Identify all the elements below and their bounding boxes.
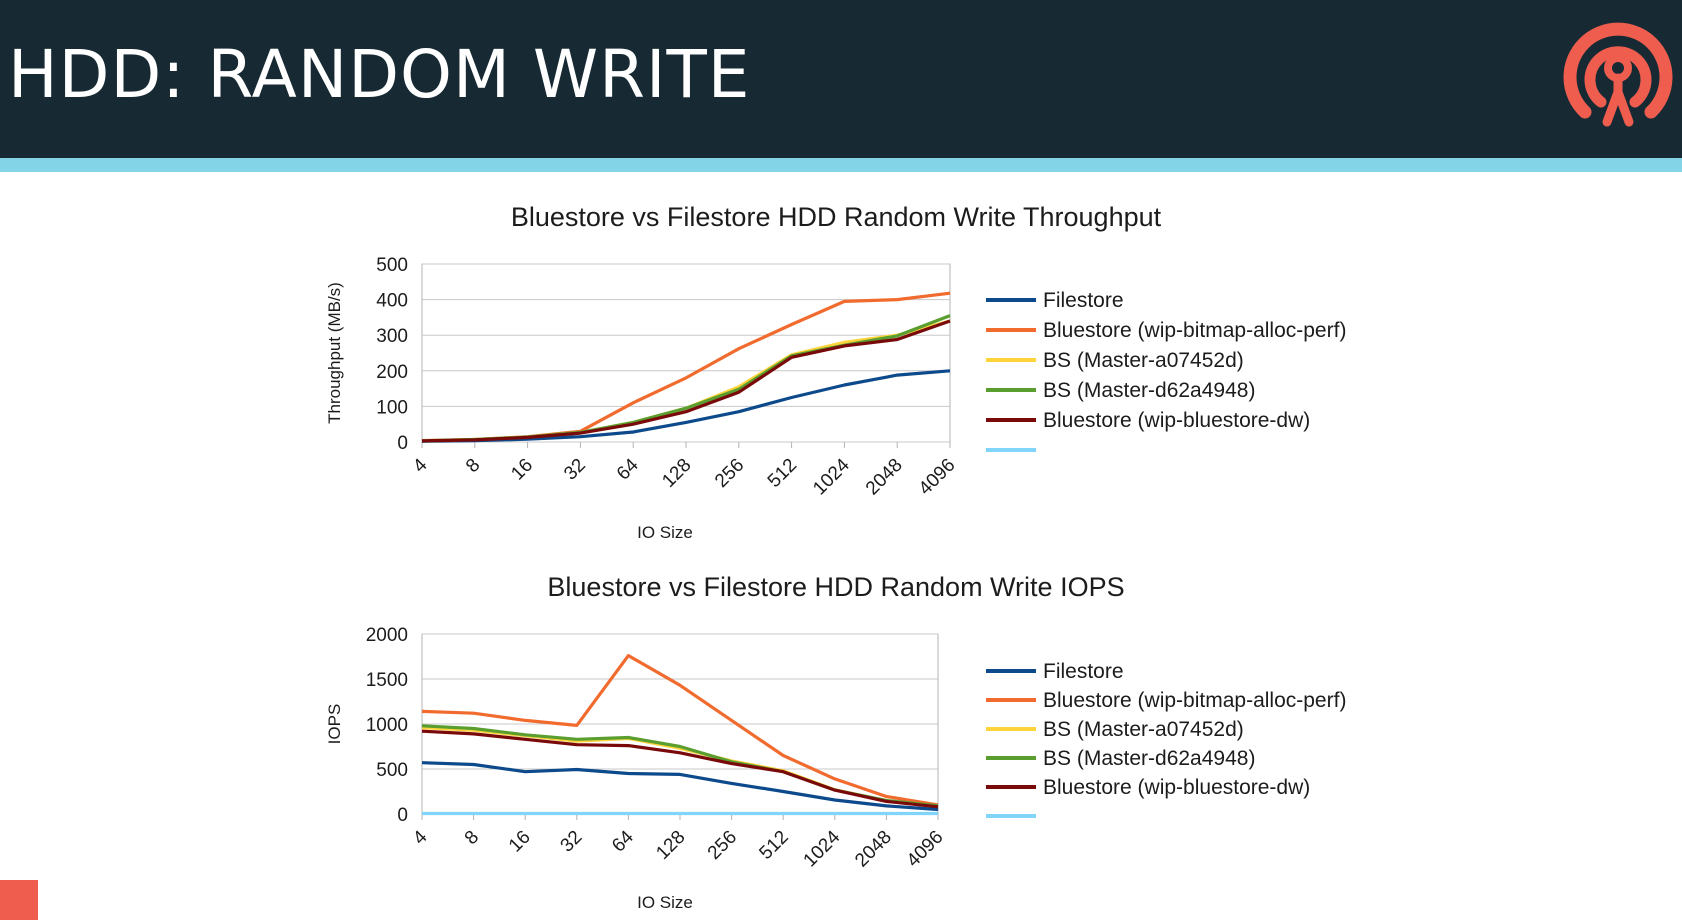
legend-label: Bluestore (wip-bitmap-alloc-perf) [1043, 689, 1346, 712]
iops-chart-plot: 0 500 1000 1500 2000 4 8 16 32 64 128 256 512 1024 204… [325, 625, 1346, 912]
x-tick-label: 8 [461, 827, 483, 849]
x-tick-label: 256 [704, 827, 741, 864]
x-tick-label: 2048 [851, 827, 896, 872]
x-tick-label: 4096 [903, 827, 948, 872]
iops-chart: Bluestore vs Filestore HDD Random Write … [0, 0, 1682, 920]
y-tick-label: 0 [397, 805, 408, 826]
x-tick-label: 32 [557, 827, 587, 857]
y-tick-label: 1500 [366, 670, 408, 691]
y-tick-label: 1000 [366, 715, 408, 736]
x-tick-label: 4 [409, 826, 432, 849]
y-axis-title: IOPS [325, 704, 344, 745]
corner-marker [0, 880, 38, 920]
y-tick-label: 500 [376, 760, 408, 781]
legend-label: Bluestore (wip-bluestore-dw) [1043, 776, 1310, 799]
y-tick-label: 2000 [366, 625, 408, 646]
legend-label: BS (Master-a07452d) [1043, 718, 1244, 741]
x-tick-label: 64 [608, 826, 638, 856]
x-tick-label: 1024 [800, 826, 845, 871]
x-axis-title: IO Size [637, 893, 693, 912]
x-tick-label: 512 [755, 827, 792, 864]
x-tick-label: 128 [652, 827, 689, 864]
legend-label: BS (Master-d62a4948) [1043, 747, 1255, 770]
x-tick-label: 16 [505, 827, 535, 857]
legend-label: Filestore [1043, 660, 1124, 683]
